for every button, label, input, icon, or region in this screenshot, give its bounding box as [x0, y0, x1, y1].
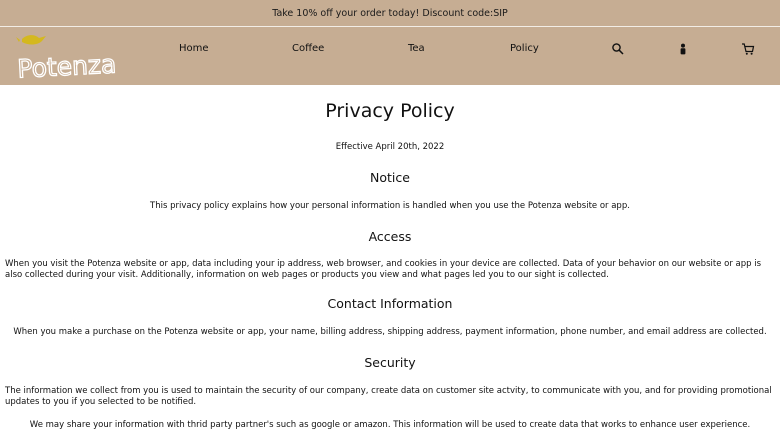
promo-text: Take 10% off your order today! Discount …	[272, 7, 508, 19]
section-body-access: When you visit the Potenza website or ap…	[5, 259, 762, 280]
section-body-notice: This privacy policy explains how your pe…	[150, 201, 630, 211]
effective-date: Effective April 20th, 2022	[335, 142, 445, 152]
nav-tea[interactable]: Tea	[408, 43, 425, 54]
nav-coffee[interactable]: Coffee	[292, 43, 324, 54]
nav-home[interactable]: Home	[179, 43, 209, 54]
section-heading-security: Security	[364, 355, 416, 370]
nav-policy[interactable]: Policy	[510, 43, 539, 54]
potenza-logo[interactable]: Potenza	[2, 29, 132, 85]
promo-banner: Take 10% off your order today! Discount …	[0, 0, 780, 27]
section-heading-contact: Contact Information	[327, 296, 453, 311]
section-body-security: The information we collect from you is u…	[5, 386, 772, 407]
logo-text: Potenza	[17, 49, 117, 83]
search-icon[interactable]	[611, 42, 625, 56]
page-title: Privacy Policy	[325, 100, 455, 122]
cart-icon[interactable]	[741, 42, 755, 56]
section-body-contact: When you make a purchase on the Potenza …	[13, 327, 767, 337]
site-header: Potenza Home Coffee Tea Policy	[0, 27, 780, 85]
section-body-sharing: We may share your information with thrid…	[29, 420, 751, 430]
logo-bird-icon	[22, 35, 46, 45]
account-icon[interactable]	[676, 42, 690, 56]
section-heading-notice: Notice	[370, 170, 410, 185]
section-heading-access: Access	[368, 229, 412, 244]
